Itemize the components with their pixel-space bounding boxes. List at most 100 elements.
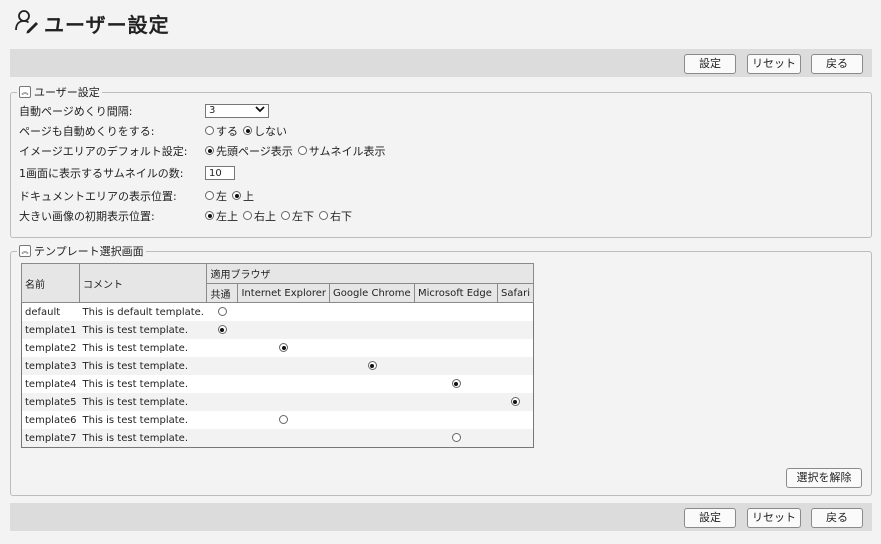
- column-header-chrome: Google Chrome: [329, 283, 416, 303]
- top-toolbar: 設定 リセット 戻る: [10, 49, 872, 77]
- table-row: template1 This is test template.: [21, 321, 534, 339]
- column-header-comment: コメント: [79, 263, 208, 303]
- doc-area-option-top[interactable]: 上: [232, 188, 254, 204]
- template-name: template1: [21, 321, 80, 339]
- table-row: template2 This is test template.: [21, 339, 534, 357]
- browser-cell: [497, 357, 534, 375]
- image-area-option-thumb[interactable]: サムネイル表示: [297, 143, 386, 159]
- auto-interval-label: 自動ページめくり間隔:: [19, 104, 133, 118]
- browser-cell: [414, 429, 498, 448]
- large-image-option-bottom-left[interactable]: 左下: [281, 208, 314, 224]
- collapse-icon[interactable]: ︽: [19, 245, 31, 257]
- browser-cell: [329, 321, 415, 339]
- collapse-icon[interactable]: ︽: [19, 86, 31, 98]
- large-image-option-bottom-right[interactable]: 右下: [319, 208, 352, 224]
- auto-flip-option-no[interactable]: しない: [243, 123, 287, 139]
- auto-interval-value: 3: [209, 105, 216, 116]
- table-row: template4 This is test template.: [21, 375, 534, 393]
- template-name: template3: [21, 357, 80, 375]
- image-area-row: イメージエリアのデフォルト設定: 先頭ページ表示 サムネイル表示: [19, 142, 391, 159]
- radio-icon[interactable]: [281, 211, 290, 220]
- radio-icon[interactable]: [319, 211, 328, 220]
- radio-selected-icon[interactable]: [232, 191, 241, 200]
- radio-icon[interactable]: [205, 126, 214, 135]
- browser-cell: [497, 411, 534, 429]
- doc-area-option-left[interactable]: 左: [205, 188, 227, 204]
- column-header-ie: Internet Explorer: [237, 283, 331, 303]
- option-label: 左: [216, 189, 227, 203]
- radio-selected-icon[interactable]: [510, 397, 520, 406]
- option-label: しない: [254, 124, 287, 138]
- back-button[interactable]: 戻る: [811, 508, 863, 528]
- set-button[interactable]: 設定: [684, 508, 736, 528]
- radio-selected-icon[interactable]: [217, 325, 227, 334]
- clear-selection-button[interactable]: 選択を解除: [786, 468, 862, 488]
- browser-cell: [237, 321, 330, 339]
- template-comment: This is test template.: [79, 321, 207, 339]
- browser-cell: [206, 375, 238, 393]
- auto-interval-select[interactable]: 3: [205, 103, 269, 118]
- radio-icon[interactable]: [205, 191, 214, 200]
- browser-cell: [237, 375, 330, 393]
- thumb-count-row: 1画面に表示するサムネイルの数: 10: [19, 164, 235, 181]
- radio-icon[interactable]: [297, 146, 307, 155]
- large-image-option-top-right[interactable]: 右上: [243, 208, 276, 224]
- auto-interval-row: 自動ページめくり間隔: 3: [19, 102, 269, 119]
- browser-cell: [329, 411, 415, 429]
- browser-cell: [329, 429, 415, 448]
- template-select-legend-label: テンプレート選択画面: [34, 245, 144, 258]
- set-button[interactable]: 設定: [684, 54, 736, 74]
- option-label: サムネイル表示: [308, 144, 386, 158]
- template-name: default: [21, 302, 80, 321]
- template-comment: This is default template.: [79, 302, 207, 321]
- image-area-option-first[interactable]: 先頭ページ表示: [205, 143, 293, 159]
- doc-area-label: ドキュメントエリアの表示位置:: [19, 189, 177, 203]
- radio-icon[interactable]: [243, 211, 252, 220]
- radio-icon[interactable]: [451, 433, 461, 442]
- browser-cell: [497, 375, 534, 393]
- template-name: template2: [21, 339, 80, 357]
- template-comment: This is test template.: [79, 357, 207, 375]
- column-header-browsers: 適用ブラウザ: [206, 263, 535, 284]
- table-row: template5 This is test template.: [21, 393, 534, 411]
- radio-selected-icon[interactable]: [279, 343, 289, 352]
- browser-cell: [329, 393, 415, 411]
- back-button[interactable]: 戻る: [811, 54, 863, 74]
- option-label: 右下: [330, 209, 352, 223]
- reset-button[interactable]: リセット: [747, 508, 801, 528]
- browser-cell: [206, 411, 238, 429]
- browser-cell: [206, 302, 238, 321]
- radio-selected-icon[interactable]: [205, 146, 214, 155]
- large-image-option-top-left[interactable]: 左上: [205, 208, 238, 224]
- browser-cell: [414, 375, 498, 393]
- browser-cell: [497, 429, 534, 448]
- image-area-label: イメージエリアのデフォルト設定:: [19, 144, 188, 158]
- doc-area-row: ドキュメントエリアの表示位置: 左 上: [19, 187, 259, 204]
- auto-flip-option-yes[interactable]: する: [205, 123, 238, 139]
- browser-cell: [497, 339, 534, 357]
- column-header-common: 共通: [206, 283, 239, 303]
- browser-cell: [497, 321, 534, 339]
- browser-cell: [237, 339, 330, 357]
- browser-cell: [237, 393, 330, 411]
- browser-cell: [237, 429, 330, 448]
- radio-selected-icon[interactable]: [243, 126, 252, 135]
- user-edit-icon: [14, 8, 40, 38]
- option-label: 先頭ページ表示: [216, 144, 293, 158]
- reset-button[interactable]: リセット: [747, 54, 801, 74]
- browser-cell: [414, 321, 498, 339]
- large-image-row: 大きい画像の初期表示位置: 左上 右上 左下 右下: [19, 207, 357, 224]
- column-header-name: 名前: [20, 263, 81, 303]
- radio-selected-icon[interactable]: [205, 211, 214, 220]
- template-comment: This is test template.: [79, 429, 207, 448]
- thumb-count-input[interactable]: 10: [205, 165, 235, 180]
- table-row: template3 This is test template.: [21, 357, 534, 375]
- radio-icon[interactable]: [217, 307, 227, 316]
- radio-selected-icon[interactable]: [451, 379, 461, 388]
- browser-cell: [414, 393, 498, 411]
- radio-selected-icon[interactable]: [367, 361, 377, 370]
- thumb-count-label: 1画面に表示するサムネイルの数:: [19, 166, 184, 180]
- radio-icon[interactable]: [279, 415, 289, 424]
- browser-cell: [237, 357, 330, 375]
- browser-cell: [497, 302, 534, 321]
